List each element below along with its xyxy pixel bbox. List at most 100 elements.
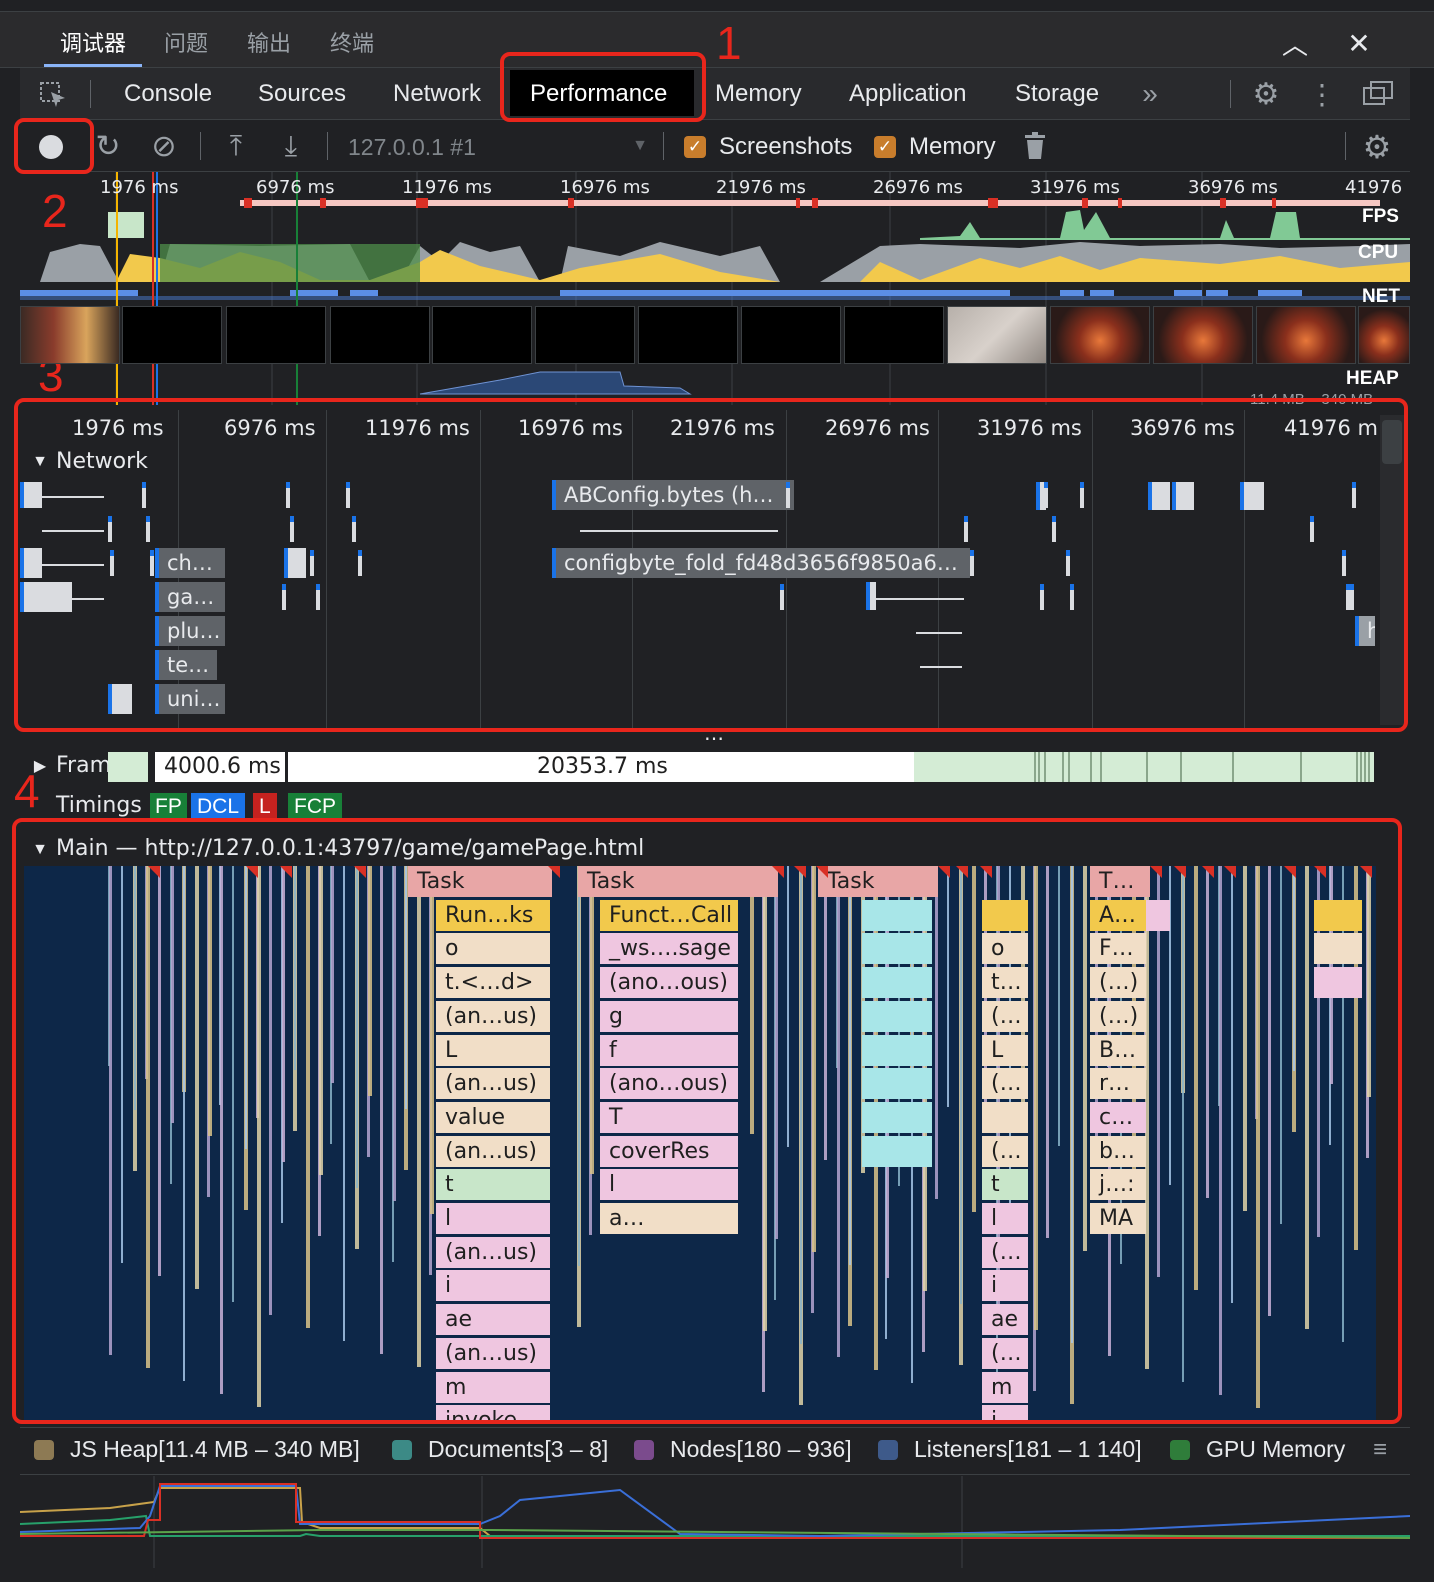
flame-thin-slice[interactable]	[1071, 866, 1073, 1343]
flame-thin-slice[interactable]	[393, 866, 396, 1201]
flame-thin-slice[interactable]	[812, 866, 816, 1252]
flame-call-frame[interactable]: coverRes	[600, 1135, 738, 1167]
chevron-up-icon[interactable]: ︿	[1280, 28, 1310, 60]
flame-call-frame[interactable]: i	[982, 1270, 1028, 1302]
network-request-bar[interactable]: ga…	[155, 582, 225, 612]
flame-call-frame[interactable]: b…	[1090, 1135, 1146, 1167]
flame-call-frame[interactable]: ae	[982, 1304, 1028, 1336]
flame-thin-slice[interactable]	[824, 866, 827, 1160]
flame-thin-slice[interactable]	[947, 866, 949, 1107]
selection-marker-left[interactable]	[116, 172, 118, 410]
flame-call-frame[interactable]: r…	[1090, 1068, 1146, 1100]
flame-call-frame[interactable]	[862, 1000, 932, 1032]
flame-call-frame[interactable]: L	[436, 1034, 550, 1066]
network-request-block[interactable]	[1172, 482, 1194, 510]
flame-thin-slice[interactable]	[1034, 866, 1038, 1330]
flame-call-frame[interactable]	[862, 899, 932, 931]
flame-call-frame[interactable]: (an…us)	[436, 1337, 550, 1369]
flame-thin-slice[interactable]	[590, 866, 594, 1174]
flame-call-frame[interactable]: Task	[578, 866, 778, 897]
record-icon[interactable]	[36, 132, 66, 162]
flame-call-frame[interactable]	[862, 933, 932, 965]
flame-thin-slice[interactable]	[405, 866, 407, 1109]
network-track-label[interactable]: Network	[56, 449, 148, 474]
reload-record-icon[interactable]: ↻	[92, 130, 124, 163]
flame-thin-slice[interactable]	[972, 866, 976, 1212]
flame-call-frame[interactable]: _ws….sage	[600, 933, 738, 965]
flame-thin-slice[interactable]	[1219, 866, 1222, 1395]
undock-icon[interactable]	[1360, 78, 1396, 110]
flame-thin-slice[interactable]	[232, 866, 234, 1302]
flame-thin-slice[interactable]	[1305, 866, 1309, 1329]
network-request-tick[interactable]	[282, 584, 286, 610]
flame-call-frame[interactable]: t…	[982, 967, 1028, 999]
flame-call-frame[interactable]: Task	[408, 866, 552, 897]
flame-thin-slice[interactable]	[849, 866, 851, 1265]
legend-checkbox[interactable]	[634, 1440, 654, 1460]
flame-call-frame[interactable]: l	[436, 1203, 550, 1234]
network-request-tick[interactable]	[316, 584, 320, 610]
flame-thin-slice[interactable]	[430, 866, 434, 1214]
flame-thin-slice[interactable]	[146, 866, 150, 1368]
flame-thin-slice[interactable]	[121, 866, 123, 1263]
timing-fcp[interactable]: FCP	[288, 793, 342, 821]
network-request-tick[interactable]	[1350, 584, 1354, 610]
flame-thin-slice[interactable]	[787, 866, 789, 1147]
network-request-tick[interactable]	[146, 516, 150, 542]
network-request-block[interactable]	[20, 482, 42, 508]
tab-terminal[interactable]: 终端	[330, 26, 374, 58]
tab-application[interactable]: Application	[849, 80, 966, 108]
network-request-tick[interactable]	[786, 482, 790, 508]
network-request-tick[interactable]	[358, 550, 362, 576]
flame-thin-slice[interactable]	[417, 866, 421, 1367]
network-request-bar[interactable]: ch…	[155, 548, 225, 578]
network-request-tick[interactable]	[352, 516, 356, 542]
network-request-tick[interactable]	[970, 550, 974, 576]
network-expand-arrow-icon[interactable]: ▼	[30, 452, 50, 472]
flame-thin-slice[interactable]	[1256, 866, 1260, 1408]
flame-call-frame[interactable]: (…	[982, 1135, 1028, 1167]
flame-call-frame[interactable]: invoke	[436, 1405, 550, 1420]
network-request-tick[interactable]	[1080, 482, 1084, 508]
flame-call-frame[interactable]: (…)	[1090, 1000, 1146, 1032]
flame-call-frame[interactable]: t	[436, 1169, 550, 1201]
flame-call-frame[interactable]: L	[982, 1034, 1028, 1066]
flame-thin-slice[interactable]	[380, 866, 383, 1354]
flame-call-frame[interactable]	[982, 899, 1028, 931]
main-thread-label[interactable]: Main — http://127.0.0.1:43797/game/gameP…	[56, 836, 644, 861]
flame-thin-slice[interactable]	[1367, 866, 1371, 1097]
network-request-bar[interactable]: plu…	[155, 616, 225, 646]
flame-thin-slice[interactable]	[257, 866, 261, 1407]
network-request-tick[interactable]	[780, 584, 784, 610]
target-select[interactable]: 127.0.0.1 #1	[348, 134, 476, 161]
tab-performance[interactable]: Performance	[530, 80, 667, 108]
flame-thin-slice[interactable]	[1268, 866, 1271, 1316]
flame-call-frame[interactable]: ae	[436, 1304, 550, 1336]
resize-handle-icon[interactable]: ⋯	[704, 726, 724, 751]
tab-storage[interactable]: Storage	[1015, 80, 1099, 108]
main-flame-area[interactable]: Task Task Task T… Run…ks o t.<…d> (an…us) L (an…u…	[24, 866, 1376, 1420]
flame-thin-slice[interactable]	[245, 866, 247, 1149]
flame-call-frame[interactable]: (an…us)	[436, 1000, 550, 1032]
flame-call-frame[interactable]	[982, 1101, 1028, 1133]
tab-output[interactable]: 输出	[247, 26, 291, 58]
network-request-block[interactable]	[1240, 482, 1264, 510]
flame-call-frame[interactable]: m	[436, 1371, 550, 1403]
flame-thin-slice[interactable]	[775, 866, 778, 1239]
scrollbar-thumb[interactable]	[1382, 420, 1402, 464]
flame-thin-slice[interactable]	[578, 866, 580, 1266]
flame-thin-slice[interactable]	[195, 866, 199, 1289]
network-request-tick[interactable]	[1070, 584, 1074, 610]
flame-call-frame[interactable]: j…:	[1090, 1169, 1146, 1201]
memory-checkbox[interactable]: ✓	[874, 136, 896, 158]
flame-call-frame[interactable]: A…	[1090, 899, 1146, 931]
network-request-block[interactable]	[20, 548, 42, 578]
flame-thin-slice[interactable]	[1206, 866, 1209, 1198]
flame-thin-slice[interactable]	[208, 866, 212, 1136]
flame-thin-slice[interactable]	[960, 866, 962, 1304]
flame-thin-slice[interactable]	[343, 866, 345, 1341]
flame-thin-slice[interactable]	[134, 866, 136, 1110]
flame-call-frame[interactable]: Funct…Call	[600, 899, 738, 931]
network-request-tick[interactable]	[1040, 584, 1044, 610]
flame-thin-slice[interactable]	[1058, 866, 1060, 1146]
